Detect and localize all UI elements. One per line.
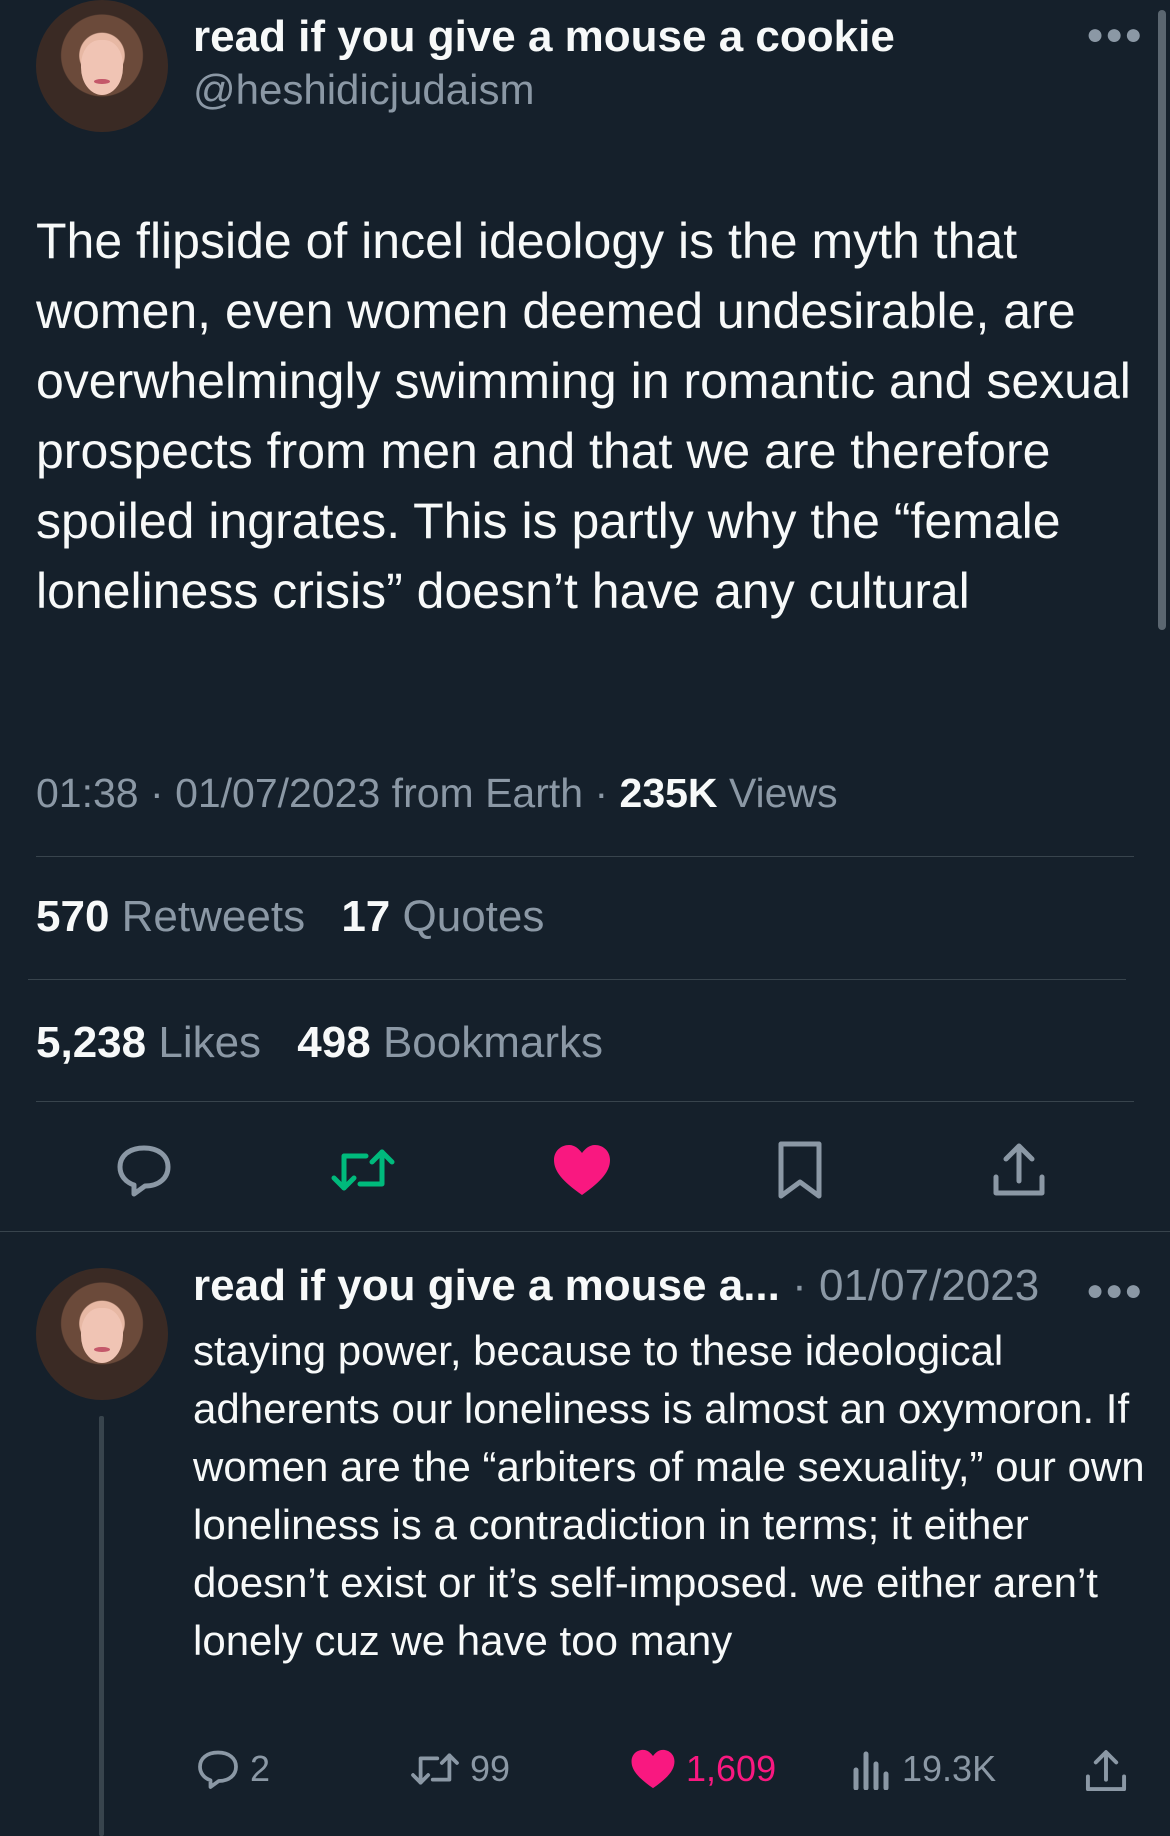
user-handle[interactable]: @heshidicjudaism (193, 66, 534, 114)
reply-icon (117, 1145, 171, 1197)
divider (0, 1231, 1170, 1232)
bookmarks-label: Bookmarks (382, 1018, 604, 1067)
avatar-face (80, 39, 124, 96)
reply-icon (198, 1750, 238, 1789)
tweet-text: The flipside of incel ideology is the my… (36, 213, 1131, 619)
likes-stat[interactable]: 5,238 Likes (36, 1018, 261, 1067)
retweets-count: 570 (36, 892, 110, 941)
bookmarks-count: 498 (297, 1018, 371, 1067)
divider (36, 856, 1134, 857)
divider (36, 1101, 1134, 1102)
reply-display-name[interactable]: read if you give a mouse a... (193, 1261, 780, 1310)
reply-header: read if you give a mouse a... · 01/07/20… (193, 1261, 1039, 1311)
reply-share-button[interactable] (1084, 1748, 1138, 1794)
retweets-label: Retweets (121, 892, 306, 941)
reply-likes-count: 1,609 (686, 1748, 777, 1789)
reply-views-count: 19.3K (902, 1748, 997, 1789)
tweet-date[interactable]: 01/07/2023 (175, 770, 380, 816)
tweet-source: from Earth (391, 770, 584, 816)
meta-separator: · (594, 770, 620, 816)
reply-views-button[interactable]: 19.3K (852, 1748, 996, 1790)
reply-retweets-count: 99 (470, 1748, 511, 1789)
retweet-icon (331, 1149, 395, 1191)
quotes-stat[interactable]: 17 Quotes (341, 892, 544, 941)
thread-line (99, 1416, 104, 1836)
reply-date[interactable]: 01/07/2023 (819, 1261, 1039, 1310)
quotes-label: Quotes (402, 892, 545, 941)
reply-text: staying power, because to these ideologi… (193, 1327, 1145, 1664)
avatar[interactable] (36, 0, 168, 132)
views-icon (853, 1751, 889, 1790)
quotes-count: 17 (341, 892, 391, 941)
bookmark-icon (778, 1141, 822, 1199)
like-bookmark-stats: 5,238 Likes 498 Bookmarks (36, 1018, 603, 1068)
retweet-icon (411, 1753, 459, 1785)
meta-separator: · (150, 770, 176, 816)
more-icon[interactable]: ●●● (1086, 1274, 1143, 1308)
share-icon (993, 1143, 1045, 1196)
divider (28, 979, 1126, 980)
reply-retweet-button[interactable]: 99 (410, 1748, 510, 1790)
reply-reply-button[interactable]: 2 (196, 1748, 270, 1790)
bookmarks-stat[interactable]: 498 Bookmarks (297, 1018, 603, 1067)
share-button[interactable] (984, 1138, 1054, 1202)
tweet-time[interactable]: 01:38 (36, 770, 139, 816)
likes-label: Likes (158, 1018, 262, 1067)
more-icon[interactable]: ●●● (1086, 18, 1143, 52)
like-icon (631, 1749, 675, 1789)
reply-button[interactable] (109, 1138, 179, 1202)
retweet-quote-stats: 570 Retweets 17 Quotes (36, 892, 544, 942)
retweet-button[interactable] (328, 1138, 398, 1202)
like-button[interactable] (547, 1138, 617, 1202)
reply-like-button[interactable]: 1,609 (630, 1748, 776, 1790)
scrollbar[interactable] (1158, 10, 1166, 630)
reply-replies-count: 2 (250, 1748, 271, 1789)
likes-count: 5,238 (36, 1018, 147, 1067)
reply-avatar[interactable] (36, 1268, 168, 1400)
tweet-meta: 01:38 · 01/07/2023 from Earth · 235K Vie… (36, 770, 838, 817)
views-count: 235K (619, 770, 718, 816)
avatar-face (80, 1307, 124, 1364)
views-label: Views (728, 770, 838, 816)
share-icon (1085, 1750, 1127, 1792)
reply-separator: · (792, 1261, 819, 1310)
like-icon (554, 1145, 610, 1195)
bookmark-button[interactable] (765, 1138, 835, 1202)
display-name[interactable]: read if you give a mouse a cookie (193, 12, 895, 62)
retweets-stat[interactable]: 570 Retweets (36, 892, 305, 941)
